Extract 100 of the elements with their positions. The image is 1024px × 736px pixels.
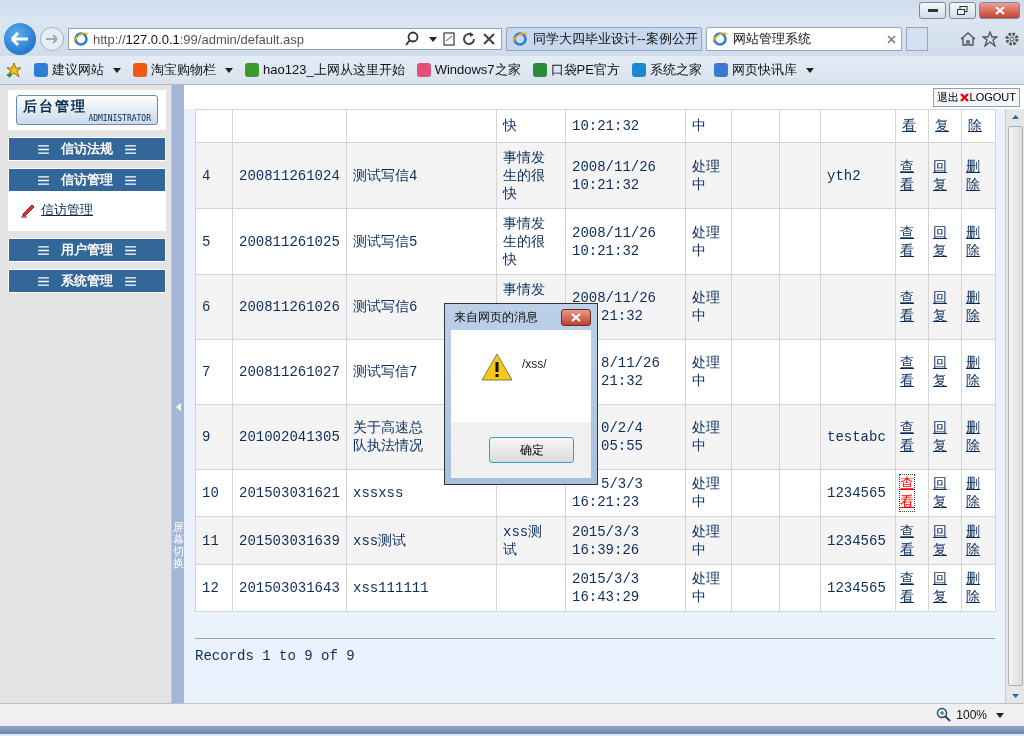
table-cell xyxy=(731,404,780,470)
pager-text: Records 1 to 9 of 9 xyxy=(195,648,356,664)
cell-text: 16:43:29 xyxy=(572,588,641,606)
table-cell: 4 xyxy=(195,142,233,209)
table-cell: 7 xyxy=(195,339,233,405)
favorite-link[interactable]: 建议网站 xyxy=(34,61,121,79)
stop-icon[interactable] xyxy=(481,31,497,47)
logout-button[interactable]: 退出 LOGOUT xyxy=(932,87,1020,107)
table-cell: 测试写信5 xyxy=(346,208,497,275)
cell-text: 8/11/26 xyxy=(601,354,661,372)
table-cell: 处理中 xyxy=(685,564,732,612)
table-cell xyxy=(779,469,821,517)
submenu-link[interactable]: 信访管理 xyxy=(41,201,93,219)
restore-button[interactable] xyxy=(949,2,976,19)
table-cell: 事情发生的很快 xyxy=(496,142,566,209)
cell-text: 关于高速总 xyxy=(353,419,424,437)
cell-text: 16:21:23 xyxy=(572,493,641,511)
cell-text: 05:55 xyxy=(601,437,644,455)
table-cell: xss111111 xyxy=(346,564,497,612)
close-tab-icon[interactable] xyxy=(887,34,896,44)
favorite-link[interactable]: 系统之家 xyxy=(631,61,702,79)
search-icon[interactable] xyxy=(404,31,420,47)
settings-icon[interactable] xyxy=(1004,31,1020,47)
menu-header[interactable]: 信访管理 xyxy=(8,168,166,192)
menu-lines-icon xyxy=(125,245,136,255)
refresh-icon[interactable] xyxy=(461,31,477,47)
address-field[interactable]: http://127.0.0.1:99/admin/default.asp xyxy=(68,28,502,50)
add-favorite-icon[interactable] xyxy=(6,62,22,78)
minimize-button[interactable] xyxy=(919,2,946,19)
table-cell: 处理中 xyxy=(685,142,732,209)
close-icon xyxy=(571,312,581,322)
menu-lines-icon xyxy=(125,175,136,185)
table-cell xyxy=(731,142,780,209)
table-cell: 1234565 xyxy=(820,564,896,612)
close-button[interactable] xyxy=(979,2,1020,19)
table-cell: 1234565 xyxy=(820,516,896,565)
browser-tab[interactable]: 网站管理系统 xyxy=(706,27,902,51)
close-button[interactable] xyxy=(561,308,591,326)
star-icon[interactable] xyxy=(982,31,998,47)
menu-lines-icon xyxy=(125,144,136,154)
table-cell: xss测试 xyxy=(346,516,497,565)
cell-text: 2015/3/3 xyxy=(572,570,641,588)
browser-tab[interactable]: 同学大四毕业设计--案例公开 xyxy=(506,27,702,51)
table-cell: testabc xyxy=(820,404,896,470)
table-cell: 快 xyxy=(496,109,566,143)
cell-text: 0/2/4 xyxy=(601,419,644,437)
favorite-link[interactable]: hao123_上网从这里开始 xyxy=(245,61,405,79)
menu-lines-icon xyxy=(38,144,49,154)
table-cell: 处理中 xyxy=(685,516,732,565)
table-cell xyxy=(779,516,821,565)
table-cell xyxy=(779,339,821,405)
cell-text: 21:32 xyxy=(601,307,644,325)
compatibility-icon[interactable] xyxy=(441,31,457,47)
cell-text: 10:21:32 xyxy=(572,117,641,135)
menu-lines-icon xyxy=(125,276,136,286)
cell-text: 队执法情况 xyxy=(353,437,424,455)
table-cell: 6 xyxy=(195,274,233,340)
menu-header[interactable]: 信访法规 xyxy=(8,137,166,161)
restore-icon xyxy=(957,6,968,15)
table-cell: 11 xyxy=(195,516,233,565)
back-button[interactable] xyxy=(4,23,36,55)
table-cell xyxy=(779,404,821,470)
cell-text: 21:32 xyxy=(601,372,644,390)
favorite-link[interactable]: 淘宝购物栏 xyxy=(133,61,233,79)
ok-button[interactable]: 确定 xyxy=(489,437,574,463)
favorite-link[interactable]: 网页快讯库 xyxy=(713,61,814,79)
scrollbar[interactable] xyxy=(1005,109,1024,703)
table-cell: 10 xyxy=(195,469,233,517)
caret-icon xyxy=(996,712,1004,718)
admin-logo: 后台管理 ADMINISTRATOR xyxy=(16,95,158,125)
warning-icon xyxy=(481,353,513,381)
zoom-icon[interactable] xyxy=(936,707,953,723)
cell-text: 2015/3/3 xyxy=(572,522,641,541)
table-cell xyxy=(731,516,780,565)
menu-header[interactable]: 用户管理 xyxy=(8,238,166,262)
table-cell: 5 xyxy=(195,208,233,275)
table-cell: 200811261024 xyxy=(232,142,347,209)
table-cell xyxy=(779,564,821,612)
table-cell: 201503031643 xyxy=(232,564,347,612)
browser-icon xyxy=(712,31,728,47)
favorite-link[interactable]: 口袋PE官方 xyxy=(532,61,620,79)
table-cell: 1234565 xyxy=(820,469,896,517)
zoom-level[interactable]: 100% xyxy=(956,708,987,722)
table-cell xyxy=(731,564,780,612)
table-cell xyxy=(731,208,780,275)
favorite-link[interactable]: Windows7之家 xyxy=(416,61,521,79)
home-icon[interactable] xyxy=(960,31,976,47)
close-icon xyxy=(994,6,1005,15)
menu-header[interactable]: 系统管理 xyxy=(8,269,166,293)
cell-text: 10:21:32 xyxy=(572,241,641,260)
table-cell xyxy=(779,274,821,340)
table-cell: yth2 xyxy=(820,142,896,209)
scroll-up-icon[interactable] xyxy=(1011,114,1019,119)
table-cell xyxy=(731,339,780,405)
table-cell: 200811261027 xyxy=(232,339,347,405)
cell-text: 2008/11/26 xyxy=(572,157,657,176)
cell-text: 2008/11/26 xyxy=(572,289,657,307)
back-arrow-icon xyxy=(11,32,29,46)
table-cell: 9 xyxy=(195,404,233,470)
scroll-down-icon[interactable] xyxy=(1011,693,1019,698)
